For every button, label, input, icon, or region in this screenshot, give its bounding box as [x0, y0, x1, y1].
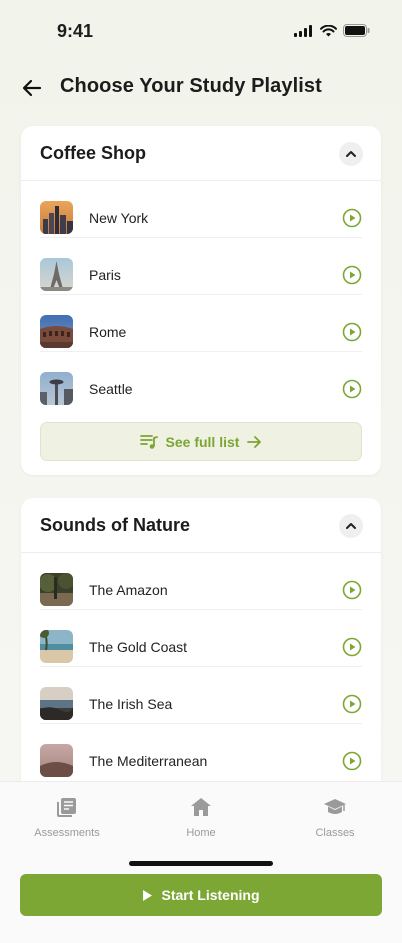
city-skyline-thumbnail	[40, 201, 73, 234]
header: Choose Your Study Playlist	[0, 70, 402, 106]
playlist-item-label: The Amazon	[89, 582, 168, 598]
back-button[interactable]	[20, 76, 44, 100]
arrow-left-icon	[22, 79, 42, 97]
tab-classes[interactable]: Classes	[290, 796, 380, 839]
play-circle-icon[interactable]	[342, 208, 362, 228]
playlist-item-label: The Mediterranean	[89, 753, 208, 769]
play-circle-icon[interactable]	[342, 637, 362, 657]
see-full-list-label: See full list	[165, 433, 240, 450]
tab-assessments[interactable]: Assessments	[22, 796, 112, 839]
tab-label: Home	[186, 827, 216, 839]
playlist-item-label: Paris	[89, 267, 121, 283]
playlist-item-label: The Gold Coast	[89, 639, 188, 655]
playlist-item-seattle[interactable]: Seattle	[40, 352, 362, 409]
card-title: Coffee Shop	[40, 143, 146, 163]
play-circle-icon[interactable]	[342, 751, 362, 771]
start-listening-button[interactable]: Start Listening	[20, 874, 382, 916]
play-circle-icon[interactable]	[342, 694, 362, 714]
status-bar: 9:41	[0, 0, 402, 60]
tab-label: Classes	[315, 827, 355, 839]
graduation-cap-icon	[324, 799, 346, 814]
status-time: 9:41	[57, 21, 94, 41]
arrow-right-icon	[247, 435, 262, 448]
playlist-item-paris[interactable]: Paris	[40, 238, 362, 295]
play-circle-icon[interactable]	[342, 322, 362, 342]
coffee-shop-card: Coffee Shop New York Paris Rome Seattle …	[21, 126, 381, 475]
chevron-up-icon	[346, 523, 356, 529]
card-header: Coffee Shop	[21, 126, 381, 181]
rainforest-thumbnail	[40, 573, 73, 606]
playlist-item-label: The Irish Sea	[89, 696, 173, 712]
space-needle-thumbnail	[40, 372, 73, 405]
battery-icon	[343, 24, 370, 37]
play-circle-icon[interactable]	[342, 265, 362, 285]
playlist-item-label: Rome	[89, 324, 127, 340]
home-icon	[191, 798, 211, 816]
beach-thumbnail	[40, 630, 73, 663]
play-circle-icon[interactable]	[342, 580, 362, 600]
playlist-icon	[139, 434, 158, 449]
playlist-item-label: New York	[89, 210, 149, 226]
collapse-button[interactable]	[339, 142, 363, 166]
assessments-icon	[57, 798, 76, 817]
see-full-list-button[interactable]: See full list	[40, 422, 362, 461]
tab-home[interactable]: Home	[156, 796, 246, 839]
home-indicator	[129, 861, 273, 866]
wifi-icon	[320, 24, 337, 36]
tab-label: Assessments	[34, 827, 100, 839]
playlist-item-rome[interactable]: Rome	[40, 295, 362, 352]
play-icon	[143, 889, 153, 901]
eiffel-tower-thumbnail	[40, 258, 73, 291]
card-header: Sounds of Nature	[21, 498, 381, 553]
coastline-thumbnail	[40, 687, 73, 720]
bottom-tab-bar: Assessments Home Classes Start Listening	[0, 781, 402, 943]
playlist-item-label: Seattle	[89, 381, 133, 397]
playlist-item-the-gold-coast[interactable]: The Gold Coast	[40, 610, 362, 667]
colosseum-thumbnail	[40, 315, 73, 348]
card-title: Sounds of Nature	[40, 515, 191, 535]
start-listening-label: Start Listening	[161, 887, 260, 903]
status-icons	[294, 24, 370, 37]
collapse-button[interactable]	[339, 514, 363, 538]
play-circle-icon[interactable]	[342, 379, 362, 399]
chevron-up-icon	[346, 151, 356, 157]
playlist-item-new-york[interactable]: New York	[40, 181, 362, 238]
page-title: Choose Your Study Playlist	[60, 75, 322, 97]
playlist-item-the-irish-sea[interactable]: The Irish Sea	[40, 667, 362, 724]
playlist-item-the-amazon[interactable]: The Amazon	[40, 553, 362, 610]
signal-icon	[294, 24, 312, 37]
sea-sunset-thumbnail	[40, 744, 73, 777]
playlist-item-the-mediterranean[interactable]: The Mediterranean	[40, 724, 362, 781]
sounds-of-nature-card: Sounds of Nature The Amazon The Gold Coa…	[21, 498, 381, 798]
